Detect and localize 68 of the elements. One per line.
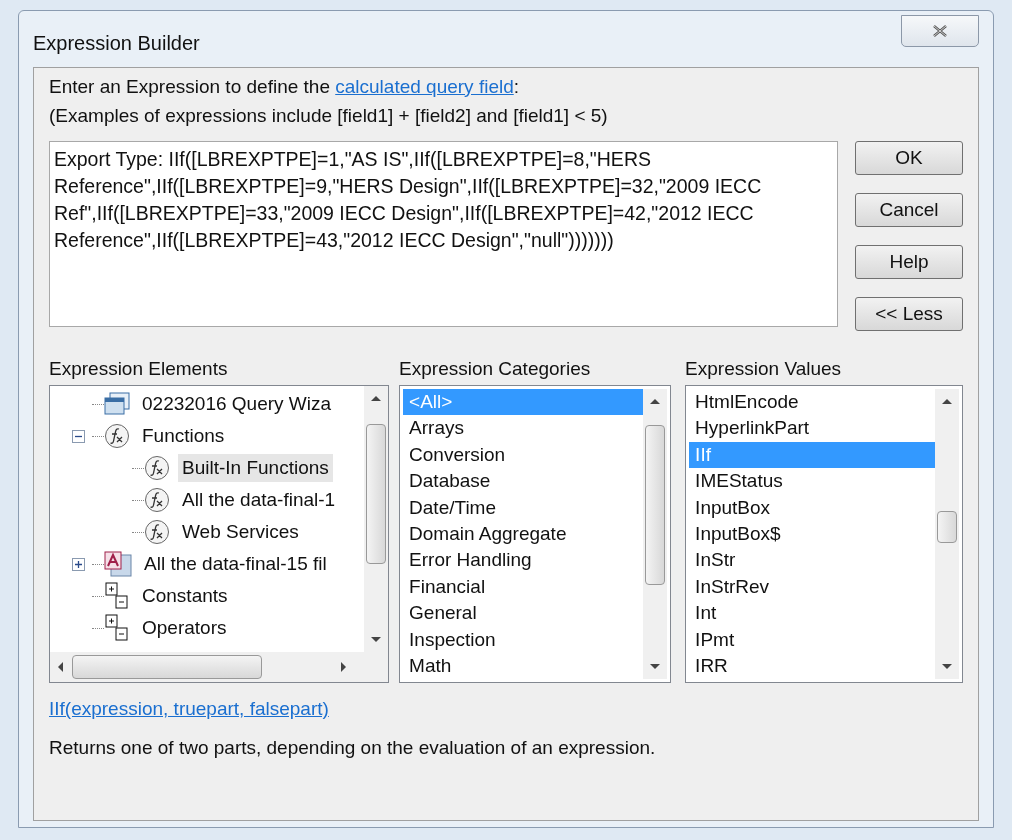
plus-minus-icon [104,582,130,610]
plus-minus-icon [104,614,130,642]
list-item[interactable]: IRR [689,652,935,680]
dialog-button[interactable]: Cancel [855,193,963,227]
list-item[interactable]: Date/Time [403,494,644,521]
tree-item[interactable]: Constants [138,581,232,611]
list-item[interactable]: Conversion [403,441,644,469]
tree-item[interactable]: All the data-final-15 fil [140,549,331,579]
query-icon [104,392,130,416]
database-icon [104,551,132,577]
dialog-button[interactable]: Help [855,245,963,279]
scroll-down-icon[interactable] [649,663,662,672]
list-item[interactable]: HtmlEncode [689,389,935,416]
list-item[interactable]: InStr [689,547,935,574]
syntax-link[interactable]: IIf(expression, truepart, falsepart) [49,695,329,724]
scrollbar-thumb[interactable] [937,511,957,543]
scroll-left-icon[interactable] [56,661,64,673]
tree-item[interactable]: Operators [138,613,231,643]
list-item[interactable]: InStrRev [689,573,935,601]
function-icon [104,423,130,449]
close-button[interactable] [901,15,979,47]
values-heading: Expression Values [685,357,843,381]
horizontal-scrollbar-thumb[interactable] [72,655,262,679]
tree-item[interactable]: All the data-final-1 [178,485,340,515]
list-item[interactable]: Financial [403,573,644,601]
scroll-up-icon[interactable] [649,397,662,405]
tree-item[interactable]: Built-In Functions [178,453,333,483]
list-item[interactable]: Inspection [403,626,644,653]
description-text: Returns one of two parts, depending on the evaluation of an expression. [49,735,657,760]
list-item[interactable]: Int [689,600,935,627]
scroll-up-icon[interactable] [941,397,953,405]
scroll-down-icon[interactable] [370,636,383,644]
expand-button[interactable] [72,557,85,571]
list-item[interactable]: InputBox$ [689,520,935,548]
scrollbar-thumb[interactable] [645,425,666,585]
plus-icon [74,559,83,569]
list-item[interactable]: IPmt [689,626,935,653]
tree-item[interactable]: 02232016 Query Wiza [138,389,336,419]
list-item[interactable]: General [403,600,644,627]
scroll-down-icon[interactable] [941,663,953,672]
close-icon [931,24,949,38]
function-icon [144,487,170,513]
elements-heading: Expression Elements [49,357,229,381]
dialog-button[interactable]: OK [855,141,963,175]
scroll-right-icon[interactable] [340,661,349,673]
list-item[interactable]: Domain Aggregate [403,520,644,548]
dialog-button[interactable]: << Less [855,297,963,331]
categories-heading: Expression Categories [399,357,592,381]
instruction-colon: : [513,75,519,99]
list-item[interactable]: IMEStatus [689,468,935,495]
expression-field[interactable]: Export Type: IIf([LBREXPTPE]=1,"AS IS",IIf([LBREXPTPE]=8,"HERS Reference",IIf([LBREXPTPE]=9,"HERS Design",IIf([LBREXPTPE]=32,"2009 IECC Ref",IIf([LBREXPTPE]=33,"2009 IECC Design",IIf([LBREXPTPE]=42,"2012 IECC Reference",IIf([LBREXPTPE]=43,"2012 IECC Design","null"))))))) [49,141,838,327]
instruction-text: Enter an Expression to define the [49,75,331,99]
examples-text: (Examples of expressions include [field1] + [field2] and [field1] < 5) [49,104,609,128]
tree-item[interactable]: Functions [138,421,229,451]
scroll-up-icon[interactable] [370,394,383,402]
window-title: Expression Builder [33,31,200,56]
list-item[interactable]: InputBox [689,494,935,521]
list-item[interactable]: Error Handling [403,547,644,574]
function-icon [144,519,170,545]
function-icon [144,455,170,481]
list-item[interactable]: Database [403,468,644,495]
collapse-button[interactable] [72,429,85,443]
list-item[interactable]: Math [403,652,644,680]
scrollbar-thumb[interactable] [366,424,387,564]
calculated-query-field-link[interactable]: calculated query field [335,74,514,100]
tree-item[interactable]: Web Services [178,517,303,547]
list-item[interactable]: Arrays [403,415,644,442]
list-item[interactable]: HyperlinkPart [689,415,935,442]
